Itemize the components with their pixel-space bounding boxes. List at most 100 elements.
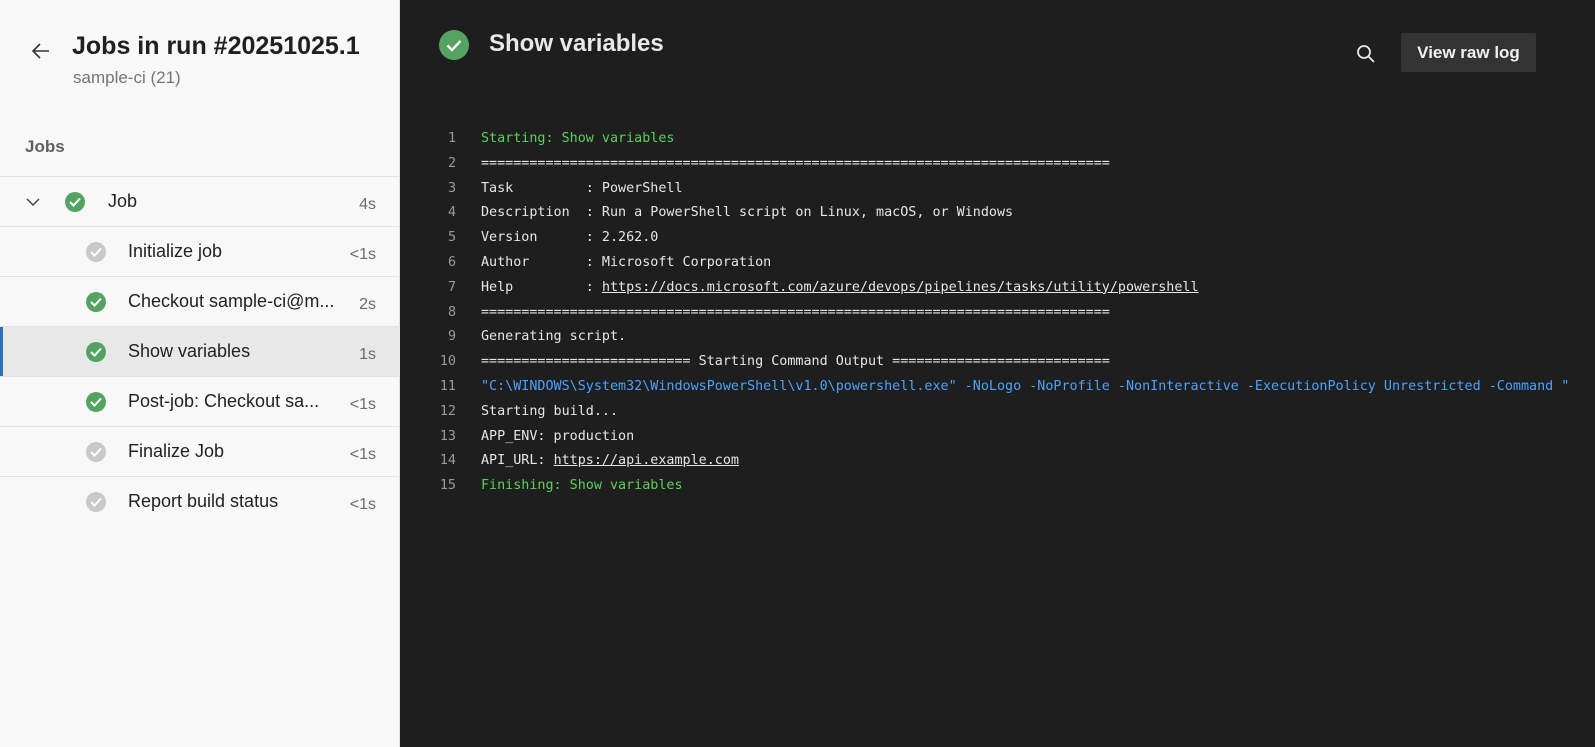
page-title: Jobs in run #20251025.1 [72,32,360,60]
line-number: 3 [447,180,456,196]
step-row-initialize-job[interactable]: Initialize job <1s [0,226,400,276]
step-duration: <1s [349,246,376,263]
log-line: 2 =======================================… [400,152,1595,177]
line-text: "C:\WINDOWS\System32\WindowsPowerShell\v… [481,375,1569,400]
check-circle-icon [86,292,106,312]
log-line: 12 Starting build... [400,400,1595,425]
log-panel: Show variables View raw log 1 Starting: S… [400,0,1595,747]
log-line: 4 Description : Run a PowerShell script o… [400,201,1595,226]
step-row-report-build-status[interactable]: Report build status <1s [0,476,400,526]
job-list: Job 4s Initialize job <1s Checkout sampl… [0,176,400,526]
line-text: Author : Microsoft Corporation [481,251,771,276]
line-text: Version : 2.262.0 [481,226,658,251]
line-number: 1 [447,131,456,146]
line-number: 14 [439,453,456,469]
step-duration: <1s [349,496,376,513]
line-content: Description : Run a PowerShell script on… [481,205,1014,221]
log-link[interactable]: https://docs.microsoft.com/azure/devops/… [602,280,1199,295]
step-duration: <1s [349,396,376,413]
line-number: 7 [447,279,456,295]
step-label: Finalize Job [128,441,225,461]
step-label: Initialize job [128,241,223,261]
job-label: Job [108,191,138,211]
log-line: 9 Generating script. [400,325,1595,350]
line-number: 2 [447,155,456,171]
line-number: 9 [447,329,456,345]
step-row-post-job-checkout[interactable]: Post-job: Checkout sa... <1s [0,376,400,426]
line-text: Starting build... [481,400,618,425]
search-icon [1357,45,1375,63]
line-number: 12 [439,403,456,419]
log-line: 7 Help : https://docs.microsoft.com/azure… [400,276,1595,301]
check-circle-gray-icon [86,242,106,262]
line-content: "C:\WINDOWS\System32\WindowsPowerShell\v… [481,378,1570,394]
log-line: 8 =======================================… [400,301,1595,326]
back-button[interactable] [28,38,54,64]
line-text: Finishing: Show variables [481,474,683,499]
log-line: 6 Author : Microsoft Corporation [400,251,1595,276]
step-title: Show variables [489,30,664,57]
line-content: Help : [481,279,602,295]
line-content: Version : 2.262.0 [481,230,659,246]
arrow-left-icon [32,43,49,59]
check-circle-gray-icon [86,442,106,462]
line-text: APP_ENV: production [481,425,634,450]
pipeline-subtitle: sample-ci (21) [73,68,181,87]
line-number: 5 [447,230,456,246]
line-content: Starting build... [481,403,619,419]
line-content: Starting: Show variables [481,131,675,146]
log-line: 1 Starting: Show variables [400,127,1595,152]
step-duration: <1s [349,446,376,463]
step-row-show-variables[interactable]: Show variables 1s [0,326,400,376]
check-circle-icon [86,342,106,362]
line-number: 15 [439,478,456,494]
step-row-checkout[interactable]: Checkout sample-ci@m... 2s [0,276,400,326]
step-duration: 1s [359,346,376,363]
step-row-finalize-job[interactable]: Finalize Job <1s [0,426,400,476]
line-number: 8 [447,304,456,320]
line-text: Task : PowerShell [481,177,683,202]
line-text: ========================================… [481,152,1110,177]
step-label: Show variables [128,341,251,361]
log-line: 15 Finishing: Show variables [400,474,1595,499]
line-number: 11 [439,378,456,394]
line-text: API_URL: https://api.example.com [481,449,739,474]
line-content: Finishing: Show variables [481,478,683,494]
jobs-heading: Jobs [25,137,65,156]
line-content: Author : Microsoft Corporation [481,254,772,270]
line-content: Generating script. [481,329,627,345]
check-circle-icon [439,30,469,60]
step-label: Report build status [128,491,279,511]
line-text: ========================== Starting Comm… [481,350,1110,375]
line-number: 10 [439,354,456,370]
line-text: Generating script. [481,325,626,350]
line-content: APP_ENV: production [481,428,635,444]
chevron-down-icon[interactable] [25,194,41,210]
line-text: Description : Run a PowerShell script on… [481,201,1013,226]
line-content: ========================================… [481,155,1110,171]
log-output: 1 Starting: Show variables 2 ==============… [400,127,1595,499]
log-line: 14 API_URL: https://api.example.com [400,449,1595,474]
job-row-job[interactable]: Job 4s [0,176,400,226]
log-line: 10 ========================== Starting Co… [400,350,1595,375]
line-number: 6 [447,254,456,270]
line-content: API_URL: [481,453,554,469]
log-line: 3 Task : PowerShell [400,177,1595,202]
line-text: ========================================… [481,301,1110,326]
check-circle-gray-icon [86,492,106,512]
job-duration: 4s [359,196,376,213]
log-link[interactable]: https://api.example.com [554,453,739,468]
line-content: Task : PowerShell [481,180,683,196]
search-button[interactable] [1352,40,1380,68]
line-text: Starting: Show variables [481,127,674,152]
line-text: Help : https://docs.microsoft.com/azure/… [481,276,1199,301]
step-label: Checkout sample-ci@m... [128,291,335,311]
log-line: 13 APP_ENV: production [400,425,1595,450]
check-circle-icon [65,192,85,212]
line-content: ========================== Starting Comm… [481,354,1110,370]
step-duration: 2s [359,296,376,313]
jobs-sidebar: Jobs in run #20251025.1 sample-ci (21) J… [0,0,400,747]
view-raw-log-button[interactable]: View raw log [1401,33,1536,72]
log-line: 11 "C:\WINDOWS\System32\WindowsPowerShell… [400,375,1595,400]
line-number: 4 [447,205,456,221]
